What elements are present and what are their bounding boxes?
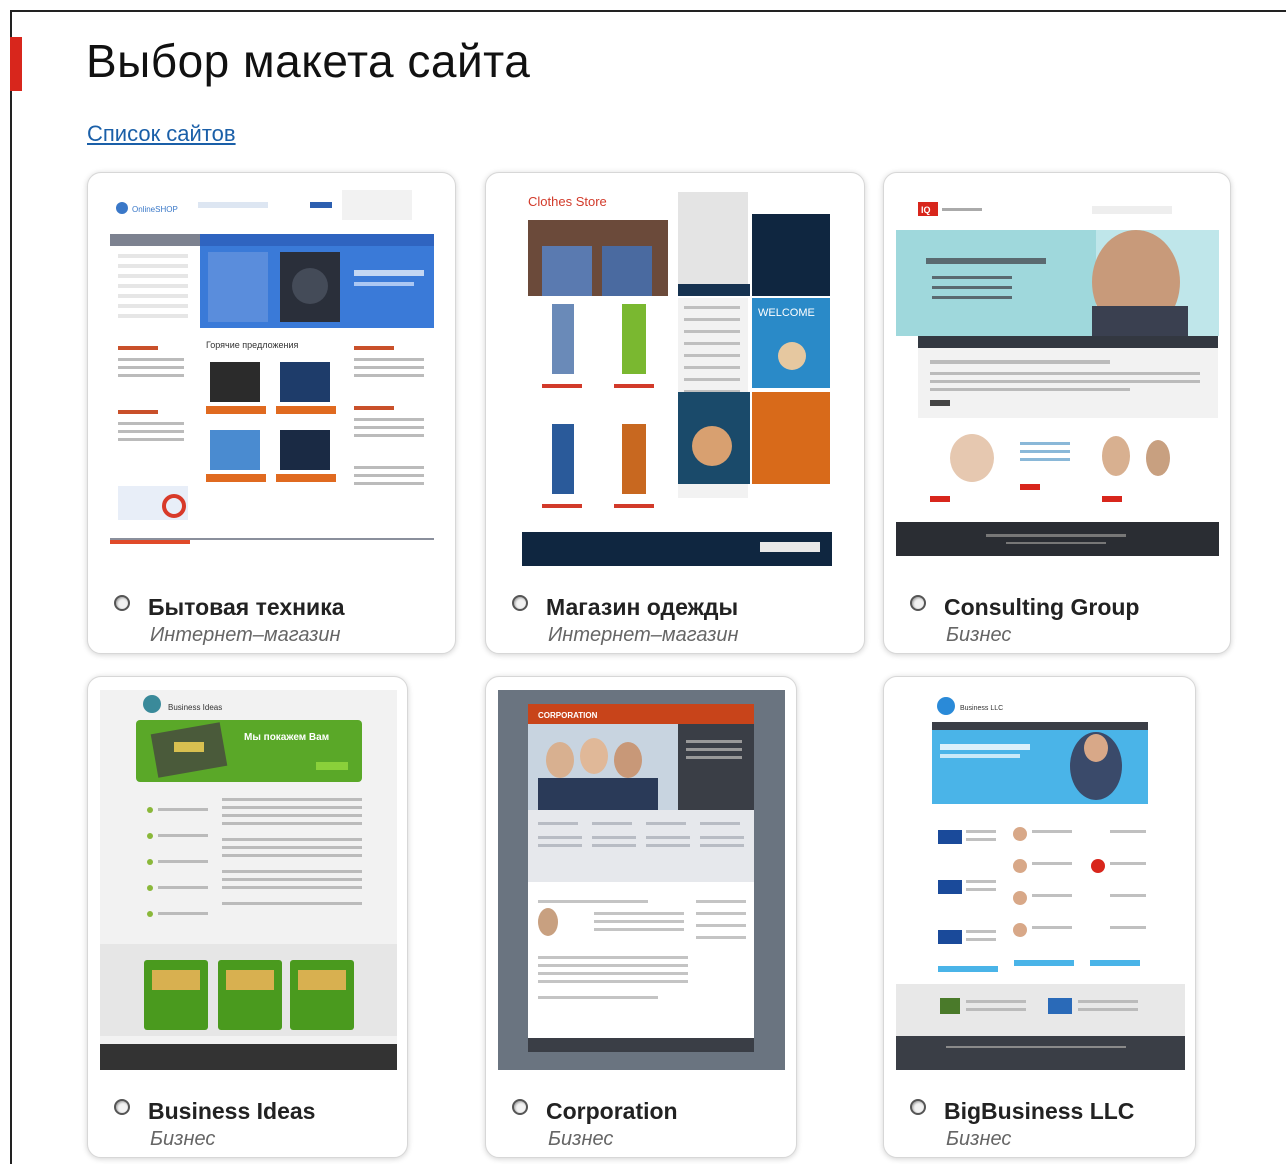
template-preview: Business Ideas Мы покажем Вам: [100, 690, 397, 1070]
template-radio[interactable]: [910, 595, 926, 611]
template-preview: CORPORATION: [498, 690, 785, 1070]
preview-banner: WELCOME: [758, 307, 815, 319]
template-radio[interactable]: [114, 595, 130, 611]
template-card-corporation[interactable]: CORPORATION Corporation Бизнес: [485, 676, 797, 1158]
template-card-bigbusiness[interactable]: Business LLC BigBusiness LLC Бизнес: [883, 676, 1196, 1158]
template-radio[interactable]: [512, 1099, 528, 1115]
template-category: Бизнес: [946, 624, 1012, 646]
template-category: Интернет–магазин: [150, 624, 341, 646]
preview-brand: IQ: [921, 205, 931, 215]
template-title: Business Ideas: [148, 1098, 316, 1124]
template-title: Consulting Group: [944, 594, 1140, 620]
template-card-clothes[interactable]: Clothes Store WELCOME Магазин одежды Инт…: [485, 172, 865, 654]
template-category: Интернет–магазин: [548, 624, 739, 646]
preview-brand: CORPORATION: [538, 711, 598, 720]
template-title: Магазин одежды: [546, 594, 739, 620]
template-card-business-ideas[interactable]: Business Ideas Мы покажем Вам Business I…: [87, 676, 408, 1158]
preview-brand: Clothes Store: [528, 194, 607, 209]
template-title: BigBusiness LLC: [944, 1098, 1135, 1124]
template-radio[interactable]: [114, 1099, 130, 1115]
preview-brand: OnlineSHOP: [132, 205, 178, 214]
preview-banner: Мы покажем Вам: [244, 732, 329, 743]
template-title: Бытовая техника: [148, 594, 345, 620]
template-category: Бизнес: [548, 1128, 614, 1150]
preview-heading: Горячие предложения: [206, 340, 298, 350]
template-card-consulting[interactable]: IQ Consulting Group Бизнес: [883, 172, 1231, 654]
title-accent-bar: [10, 37, 22, 91]
template-preview: Clothes Store WELCOME: [522, 186, 832, 566]
template-category: Бизнес: [946, 1128, 1012, 1150]
template-category: Бизнес: [150, 1128, 216, 1150]
preview-brand: Business Ideas: [168, 703, 222, 712]
preview-brand: Business LLC: [960, 705, 1003, 712]
template-preview: Business LLC: [896, 690, 1185, 1070]
template-card-appliances[interactable]: OnlineSHOP Горячие предложения Бытовая т…: [87, 172, 456, 654]
template-preview: OnlineSHOP Горячие предложения: [110, 186, 434, 558]
template-radio[interactable]: [910, 1099, 926, 1115]
sites-list-link[interactable]: Список сайтов: [87, 121, 236, 147]
template-title: Corporation: [546, 1098, 678, 1124]
page-title: Выбор макета сайта: [86, 35, 531, 87]
template-radio[interactable]: [512, 595, 528, 611]
template-preview: IQ: [896, 186, 1219, 566]
